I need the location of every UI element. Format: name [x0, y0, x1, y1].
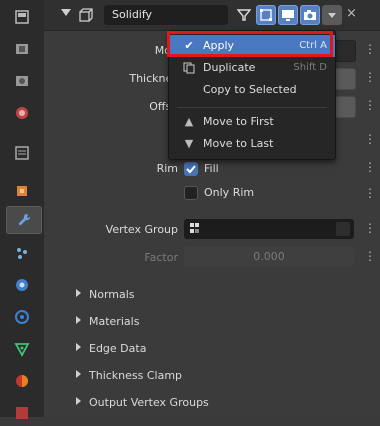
- expand-arrow-icon: [76, 343, 81, 351]
- drag-handle-icon[interactable]: ⋮: [364, 98, 377, 112]
- menu-separator: [177, 107, 327, 108]
- menu-item-move-last[interactable]: ▼ Move to Last: [169, 133, 335, 155]
- section-edge-data[interactable]: Edge Data: [76, 342, 146, 355]
- invert-toggle[interactable]: [336, 222, 350, 236]
- section-normals[interactable]: Normals: [76, 288, 135, 301]
- section-thickness-clamp[interactable]: Thickness Clamp: [76, 369, 182, 382]
- arrow-up-icon: ▲: [184, 115, 194, 128]
- viewport-icon[interactable]: [278, 5, 298, 25]
- solidify-modifier-icon: [79, 8, 93, 22]
- mode-label: Mod: [154, 44, 178, 57]
- scene-tab-icon[interactable]: [8, 100, 36, 126]
- menu-item-copy-to-selected[interactable]: Copy to Selected: [169, 79, 335, 101]
- render-icon[interactable]: [300, 5, 320, 25]
- modifier-name-field[interactable]: Solidify: [104, 5, 228, 25]
- modifier-header: Solidify ×: [44, 0, 380, 31]
- material-tab-icon[interactable]: [8, 368, 36, 394]
- drag-handle-icon[interactable]: ⋮: [364, 249, 377, 263]
- drag-handle-icon[interactable]: ⋮: [364, 160, 377, 174]
- only-rim-label: Only Rim: [204, 186, 255, 199]
- drag-handle-icon[interactable]: ⋮: [364, 221, 377, 235]
- menu-item-move-first[interactable]: ▲ Move to First: [169, 111, 335, 133]
- edit-mode-icon[interactable]: [256, 5, 276, 25]
- only-rim-checkbox[interactable]: [184, 186, 198, 200]
- drag-handle-icon[interactable]: ⋮: [364, 70, 377, 84]
- vertex-group-icon: [190, 223, 199, 233]
- modifier-panel: Solidify × Mod ⋮ Thicknes ⋮ Offse ⋮ ⋮ Ri…: [44, 0, 380, 417]
- texture-tab-icon[interactable]: [8, 400, 36, 426]
- drag-handle-icon[interactable]: ⋮: [364, 132, 377, 146]
- tool-tab-icon[interactable]: [8, 4, 36, 30]
- object-tab-icon[interactable]: [8, 178, 36, 204]
- modifier-tab-icon[interactable]: [6, 206, 42, 234]
- drag-handle-icon[interactable]: ⋮: [364, 186, 377, 200]
- output-tab-icon[interactable]: [8, 68, 36, 94]
- expand-arrow-icon: [76, 316, 81, 324]
- drag-handle-icon[interactable]: ⋮: [364, 42, 377, 56]
- arrow-down-icon: ▼: [184, 137, 194, 150]
- collapse-arrow-icon[interactable]: [61, 9, 71, 16]
- constraints-tab-icon[interactable]: [8, 304, 36, 330]
- expand-arrow-icon: [76, 370, 81, 378]
- section-materials[interactable]: Materials: [76, 315, 139, 328]
- expand-arrow-icon: [76, 397, 81, 405]
- fill-label: Fill: [204, 162, 219, 175]
- thickness-label: Thicknes: [129, 72, 178, 85]
- funnel-icon[interactable]: [234, 5, 254, 25]
- physics-tab-icon[interactable]: [8, 272, 36, 298]
- render-tab-icon[interactable]: [8, 36, 36, 62]
- world-tab-icon[interactable]: [8, 140, 36, 166]
- vertex-group-field[interactable]: [184, 219, 354, 239]
- fill-checkbox[interactable]: [184, 162, 198, 176]
- factor-field[interactable]: 0.000: [184, 247, 354, 267]
- vertex-group-label: Vertex Group: [105, 223, 178, 236]
- section-output-vertex-groups[interactable]: Output Vertex Groups: [76, 396, 209, 409]
- annotation-highlight-box: [167, 31, 333, 57]
- factor-label: Factor: [144, 251, 178, 264]
- particles-tab-icon[interactable]: [8, 240, 36, 266]
- dropdown-icon[interactable]: [322, 5, 342, 25]
- properties-tab-strip: [0, 0, 45, 419]
- rim-label: Rim: [156, 162, 178, 175]
- data-tab-icon[interactable]: [8, 336, 36, 362]
- close-icon[interactable]: ×: [346, 6, 357, 21]
- expand-arrow-icon: [76, 289, 81, 297]
- menu-item-duplicate[interactable]: Duplicate Shift D: [169, 57, 335, 79]
- offset-label: Offse: [149, 100, 178, 113]
